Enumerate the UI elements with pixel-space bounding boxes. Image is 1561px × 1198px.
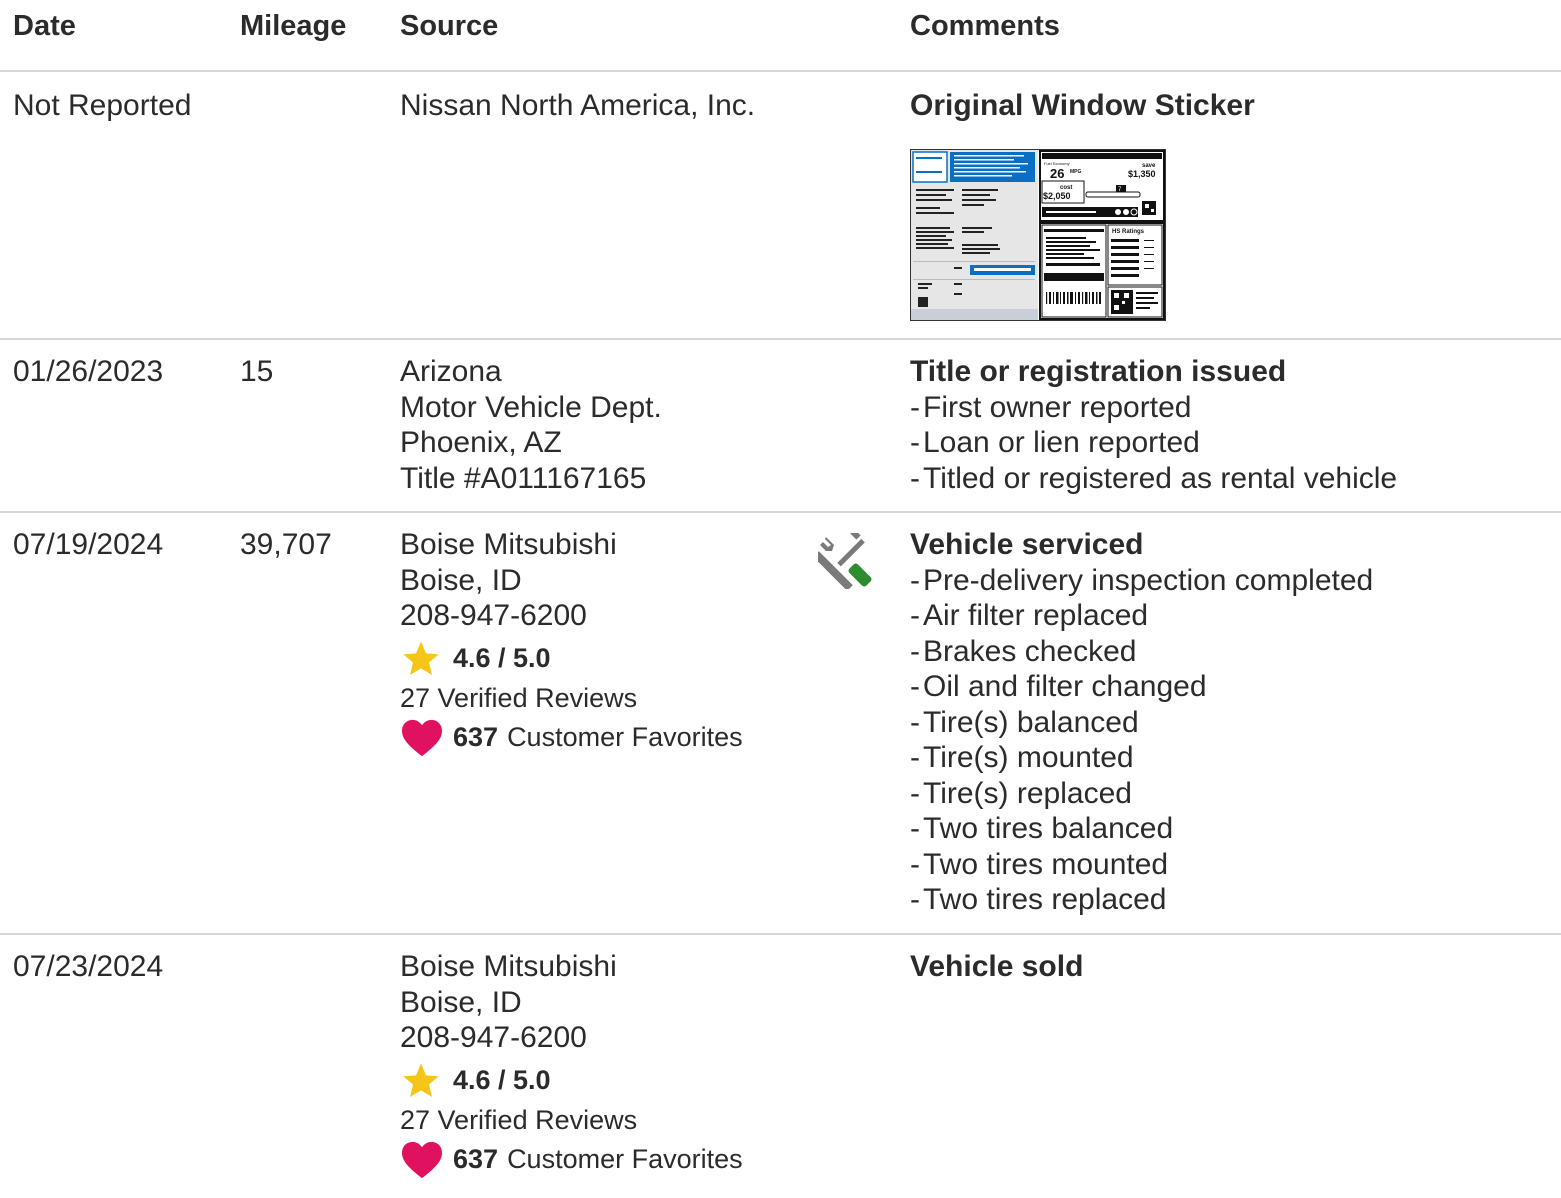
comment-item: - Tire(s) replaced xyxy=(910,776,1132,810)
column-header-source: Source xyxy=(400,10,499,42)
source-line: Boise, ID xyxy=(400,985,522,1019)
row-source: Boise Mitsubishi Boise, ID 208-947-6200 … xyxy=(400,949,800,1180)
dealer-rating[interactable]: 4.6 / 5.0 xyxy=(400,640,800,678)
source-line[interactable]: Boise Mitsubishi xyxy=(400,527,800,563)
comment-item: - Brakes checked xyxy=(910,634,1137,668)
column-header-date: Date xyxy=(13,10,76,42)
favorites-count: 637 xyxy=(453,721,499,752)
svg-text:$2,050: $2,050 xyxy=(1043,191,1071,201)
comment-item: - Two tires mounted xyxy=(910,847,1169,881)
table-row: 07/23/2024 Boise Mitsubishi Boise, ID 20… xyxy=(0,935,1561,1198)
column-header-comments: Comments xyxy=(910,10,1060,42)
row-comments: Vehicle serviced - Pre-delivery inspectio… xyxy=(910,527,1550,918)
comment-item: - Tire(s) balanced xyxy=(910,705,1139,739)
svg-text:$1,350: $1,350 xyxy=(1128,169,1156,179)
comment-title: Original Window Sticker xyxy=(910,89,1255,122)
window-sticker-thumbnail[interactable]: Fuel Economy 26 MPG save $1,350 cost $2,… xyxy=(910,149,1166,321)
table-row: Not Reported Nissan North America, Inc. … xyxy=(0,72,1561,340)
comment-item: - Loan or lien reported xyxy=(910,426,1200,459)
comment-title: Title or registration issued xyxy=(910,355,1287,388)
row-mileage: 39,707 xyxy=(240,528,332,561)
row-comments: Vehicle sold xyxy=(910,949,1550,985)
source-line[interactable]: 208-947-6200 xyxy=(400,1020,800,1056)
service-tools-icon xyxy=(818,533,872,589)
svg-text:26: 26 xyxy=(1050,166,1064,181)
column-header-mileage: Mileage xyxy=(240,10,347,42)
row-comments: Title or registration issued - First owne… xyxy=(910,354,1550,496)
row-source: Nissan North America, Inc. xyxy=(400,88,800,124)
row-date: 01/26/2023 xyxy=(13,355,164,388)
comment-title: Vehicle serviced xyxy=(910,528,1144,561)
comment-item: - Pre-delivery inspection completed xyxy=(910,563,1374,597)
comment-item: - Oil and filter changed xyxy=(910,670,1207,703)
favorites-label: Customer Favorites xyxy=(507,721,743,752)
customer-favorites: 637 Customer Favorites xyxy=(400,1140,800,1180)
dealer-rating[interactable]: 4.6 / 5.0 xyxy=(400,1062,800,1100)
svg-text:MPG: MPG xyxy=(1070,169,1082,175)
comment-title: Vehicle sold xyxy=(910,950,1084,983)
row-date: Not Reported xyxy=(13,89,192,122)
row-date: 07/23/2024 xyxy=(13,950,164,983)
source-line[interactable]: Boise Mitsubishi xyxy=(400,949,800,985)
favorites-count: 637 xyxy=(453,1143,499,1174)
row-source: Boise Mitsubishi Boise, ID 208-947-6200 … xyxy=(400,527,800,758)
rating-value: 4.6 / 5.0 xyxy=(453,1064,551,1095)
source-line: Phoenix, AZ xyxy=(400,426,562,459)
source-line: Title #A011167165 xyxy=(400,461,647,495)
star-icon xyxy=(403,641,439,675)
comment-item: - Two tires balanced xyxy=(910,812,1174,845)
row-source: Arizona Motor Vehicle Dept. Phoenix, AZ … xyxy=(400,354,800,496)
table-row: 07/19/2024 39,707 Boise Mitsubishi Boise… xyxy=(0,513,1561,935)
source-line: Boise, ID xyxy=(400,563,522,597)
comment-item: - Two tires replaced xyxy=(910,883,1167,916)
heart-icon xyxy=(402,1141,442,1178)
rating-value: 4.6 / 5.0 xyxy=(453,642,551,673)
source-line[interactable]: 208-947-6200 xyxy=(400,598,800,634)
history-table-header: Date Mileage Source Comments xyxy=(0,0,1561,72)
table-row: 01/26/2023 15 Arizona Motor Vehicle Dept… xyxy=(0,340,1561,513)
row-comments: Original Window Sticker xyxy=(910,88,1550,124)
heart-icon xyxy=(402,719,442,756)
verified-reviews-link[interactable]: 27 Verified Reviews xyxy=(400,678,800,718)
customer-favorites: 637 Customer Favorites xyxy=(400,718,800,758)
comment-item: - Tire(s) mounted xyxy=(910,741,1134,774)
comment-item: - Air filter replaced xyxy=(910,599,1149,632)
source-line: Motor Vehicle Dept. xyxy=(400,390,662,424)
row-date: 07/19/2024 xyxy=(13,528,164,561)
star-icon xyxy=(403,1063,439,1097)
verified-reviews-link[interactable]: 27 Verified Reviews xyxy=(400,1100,800,1140)
source-line: Arizona xyxy=(400,355,502,388)
favorites-label: Customer Favorites xyxy=(507,1143,743,1174)
comment-item: - Titled or registered as rental vehicle xyxy=(910,461,1398,495)
comment-item: - First owner reported xyxy=(910,390,1192,424)
svg-text:HS Ratings: HS Ratings xyxy=(1112,229,1145,235)
row-mileage: 15 xyxy=(240,355,274,388)
source-line: Nissan North America, Inc. xyxy=(400,89,756,122)
